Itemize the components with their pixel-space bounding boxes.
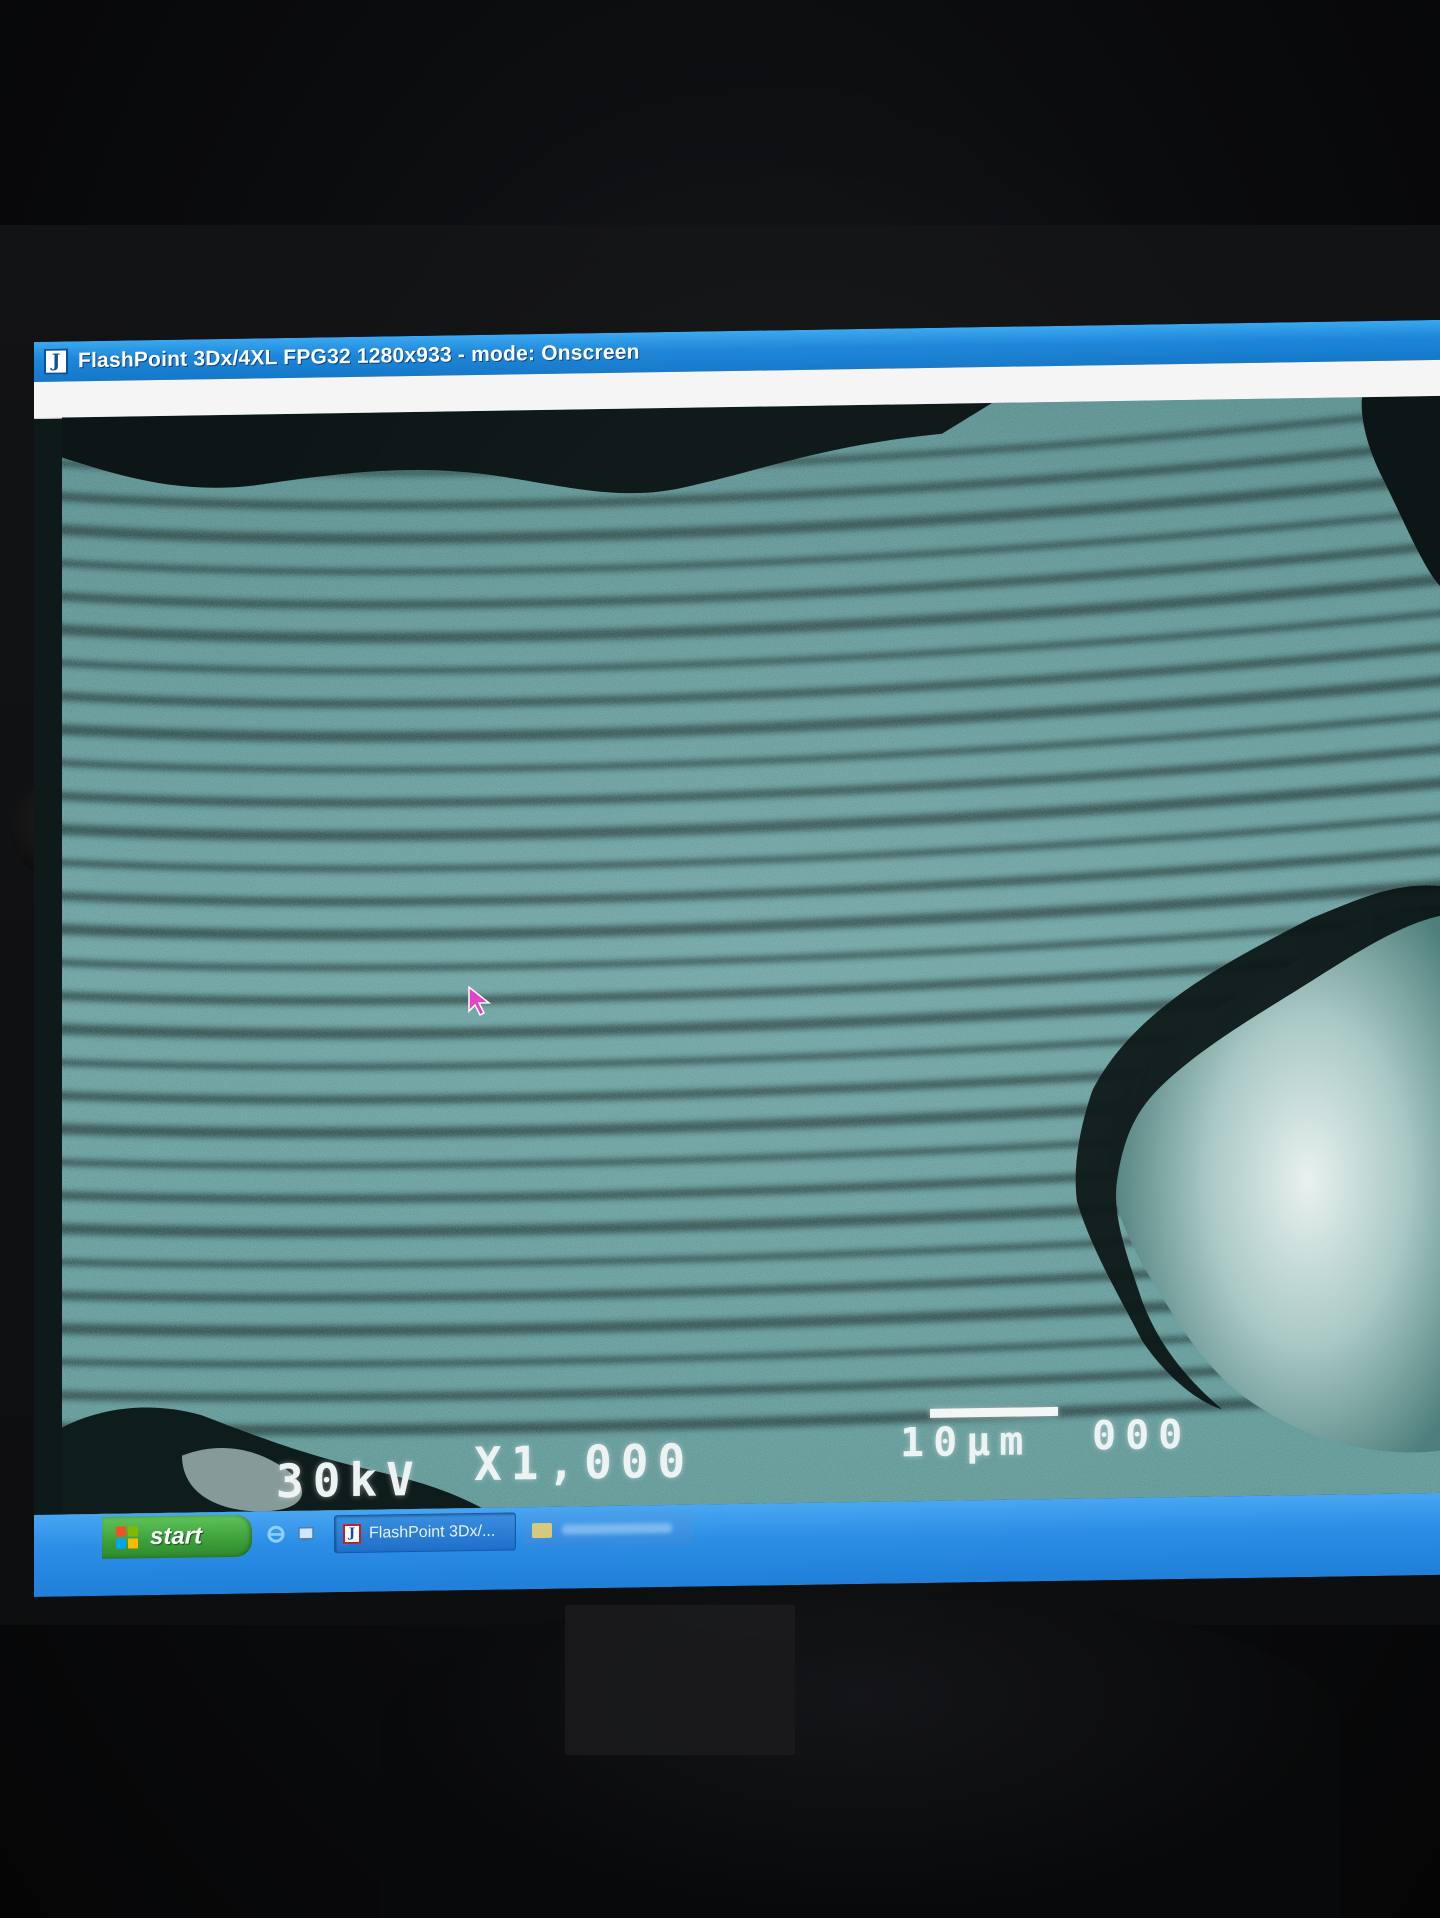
sem-accelerating-voltage: 30kV (276, 1451, 423, 1509)
monitor-screen: J FlashPoint 3Dx/4XL FPG32 1280x933 - mo… (34, 319, 1440, 1597)
mouse-cursor-icon (468, 985, 492, 1017)
quick-launch-bar (266, 1517, 326, 1550)
taskbar-button-flashpoint[interactable]: J FlashPoint 3Dx/... (334, 1512, 516, 1554)
sem-image-id: 000 (1092, 1411, 1192, 1460)
monitor-stand (380, 1600, 1340, 1918)
internet-explorer-icon[interactable] (266, 1524, 286, 1544)
flashpoint-app-icon[interactable]: J (44, 348, 68, 375)
windows-logo-icon (116, 1526, 138, 1549)
taskbar-button-label: FlashPoint 3Dx/... (369, 1522, 496, 1542)
sem-magnification: X1,000 (474, 1433, 695, 1492)
taskbar-button-label (562, 1522, 672, 1535)
folder-icon (532, 1522, 552, 1538)
start-button[interactable]: start (102, 1514, 252, 1559)
sem-image-viewport[interactable]: 30kV X1,000 10µm 000 (62, 395, 1440, 1515)
show-desktop-icon[interactable] (296, 1524, 316, 1544)
flashpoint-app-icon: J (343, 1523, 361, 1545)
sem-micrograph (62, 395, 1440, 1515)
window-title: FlashPoint 3Dx/4XL FPG32 1280x933 - mode… (78, 340, 640, 373)
sem-scale-bar-label: 10µm (900, 1418, 1033, 1467)
start-button-label: start (150, 1522, 203, 1551)
monitor-stand-label (565, 1605, 795, 1755)
taskbar-button-folder[interactable] (524, 1509, 694, 1549)
